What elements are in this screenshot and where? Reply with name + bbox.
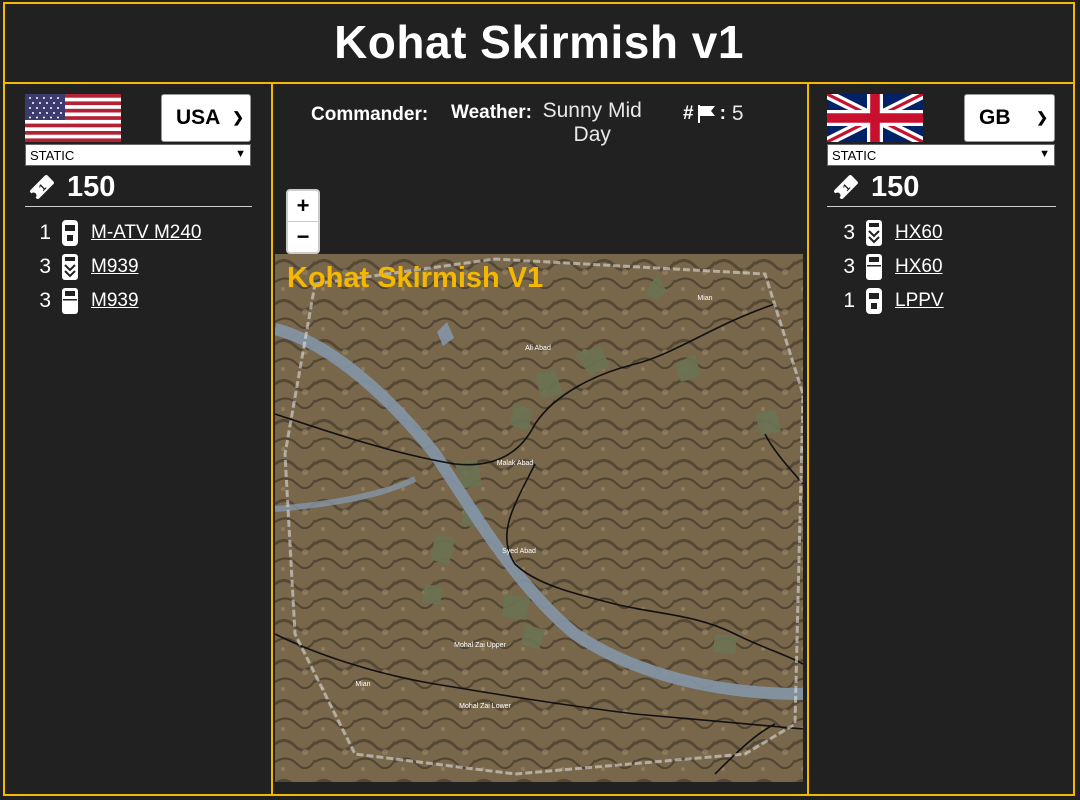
flag-count-value: 5 <box>731 102 744 125</box>
unit-link[interactable]: LPPV <box>895 290 944 312</box>
vehicle-icon <box>866 220 882 246</box>
list-item: 1 M-ATV M240 <box>35 216 202 250</box>
right-mode-select[interactable]: STATIC ▼ <box>827 144 1055 166</box>
page-header: Kohat Skirmish v1 <box>3 2 1075 84</box>
unit-link[interactable]: HX60 <box>895 256 943 278</box>
chevron-down-icon: ▼ <box>235 148 246 160</box>
list-item: 1 LPPV <box>839 284 944 318</box>
list-item: 3 HX60 <box>839 250 944 284</box>
unit-link[interactable]: M939 <box>91 290 139 312</box>
ticket-icon: 1 <box>30 175 54 199</box>
vehicle-icon <box>62 220 78 246</box>
unit-count: 3 <box>39 255 51 278</box>
map-place-label: Mian <box>355 681 370 688</box>
unit-count: 1 <box>39 221 51 244</box>
commander-info: Commander: <box>311 102 428 126</box>
unit-count: 1 <box>843 289 855 312</box>
flag-count-label: # <box>683 103 694 124</box>
left-mode-value: STATIC <box>30 147 75 163</box>
list-item: 3 M939 <box>35 250 202 284</box>
right-points-value: 150 <box>871 170 920 203</box>
vehicle-icon <box>866 288 882 314</box>
left-unit-list: 1 M-ATV M240 3 M939 3 M939 <box>35 216 202 318</box>
right-nation-select[interactable]: GB ❯ <box>964 94 1055 142</box>
left-mode-select[interactable]: STATIC ▼ <box>25 144 251 166</box>
vehicle-icon <box>62 254 78 280</box>
right-faction-panel: GB ❯ STATIC ▼ 1 150 3 HX60 3 HX60 1 LPPV <box>807 84 1075 796</box>
left-faction-panel: USA ❯ STATIC ▼ 1 150 1 M-ATV M240 3 M939… <box>3 84 273 796</box>
weather-info: Weather: Sunny Mid Day <box>451 99 651 147</box>
right-unit-list: 3 HX60 3 HX60 1 LPPV <box>839 216 944 318</box>
right-mode-value: STATIC <box>832 147 877 163</box>
list-item: 3 M939 <box>35 284 202 318</box>
weather-label: Weather: <box>451 102 532 123</box>
left-divider <box>25 206 252 207</box>
map-place-label: Mian <box>697 295 712 302</box>
right-nation-value: GB <box>979 106 1011 129</box>
list-item: 3 HX60 <box>839 216 944 250</box>
flag-icon <box>697 105 715 123</box>
chevron-down-icon: ❯ <box>232 109 244 125</box>
vehicle-icon <box>62 288 78 314</box>
right-points: 1 150 <box>831 170 919 204</box>
map-place-label: Mohal Zai Upper <box>454 642 506 649</box>
unit-link[interactable]: M-ATV M240 <box>91 222 202 244</box>
weather-value: Sunny Mid Day <box>542 99 642 146</box>
map-place-label: Ali Abad <box>525 345 551 352</box>
right-divider <box>827 206 1056 207</box>
map-image[interactable]: Mian Ali Abad Malak Abad Syed Abad Mohal… <box>273 254 805 782</box>
unit-count: 3 <box>843 255 855 278</box>
left-points-value: 150 <box>67 170 116 203</box>
map-panel: Commander: Weather: Sunny Mid Day # : 5 … <box>273 84 807 796</box>
left-nation-select[interactable]: USA ❯ <box>161 94 251 142</box>
map-title: Kohat Skirmish V1 <box>287 262 544 294</box>
zoom-out-button[interactable]: − <box>288 221 318 252</box>
chevron-down-icon: ▼ <box>1039 148 1050 160</box>
unit-count: 3 <box>39 289 51 312</box>
map-view[interactable]: Mian Ali Abad Malak Abad Syed Abad Mohal… <box>273 254 805 782</box>
unit-link[interactable]: HX60 <box>895 222 943 244</box>
flag-count-info: # : 5 <box>683 102 744 125</box>
left-nation-value: USA <box>176 106 221 129</box>
chevron-down-icon: ❯ <box>1036 109 1048 125</box>
unit-link[interactable]: M939 <box>91 256 139 278</box>
zoom-in-button[interactable]: + <box>288 191 318 221</box>
uk-flag-icon <box>827 94 923 142</box>
map-place-label: Mohal Zai Lower <box>459 703 511 710</box>
map-place-label: Malak Abad <box>497 460 534 467</box>
vehicle-icon <box>866 254 882 280</box>
ticket-icon: 1 <box>834 175 858 199</box>
page-title: Kohat Skirmish v1 <box>334 16 744 68</box>
unit-count: 3 <box>843 221 855 244</box>
usa-flag-icon <box>25 94 121 142</box>
map-place-label: Syed Abad <box>502 548 536 555</box>
commander-label: Commander: <box>311 104 429 125</box>
left-points: 1 150 <box>27 170 115 204</box>
map-zoom-control: + − <box>286 189 320 254</box>
